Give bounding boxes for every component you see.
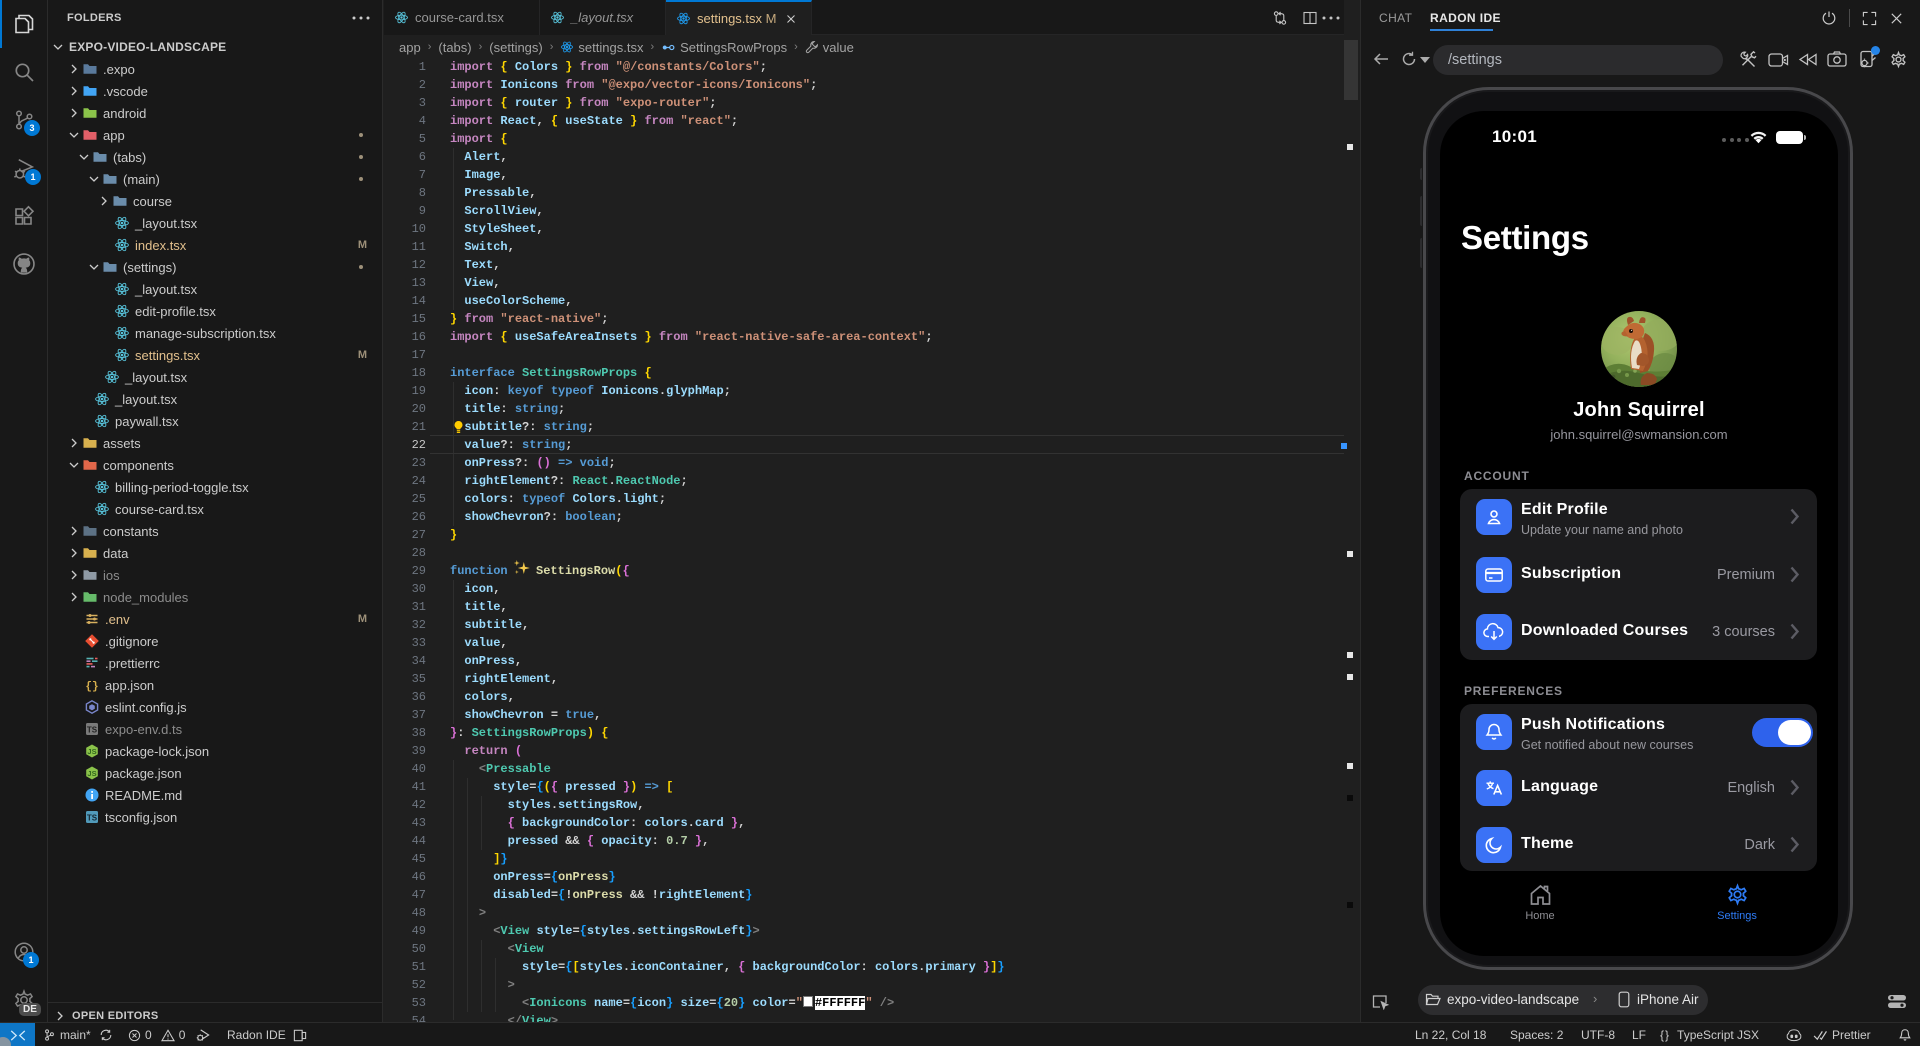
svg-text:JS: JS (87, 769, 96, 778)
svg-text:{}: {} (85, 681, 98, 693)
svg-text:JS: JS (87, 747, 96, 756)
svg-text:TS: TS (87, 814, 98, 823)
svg-text:TS: TS (87, 726, 98, 735)
